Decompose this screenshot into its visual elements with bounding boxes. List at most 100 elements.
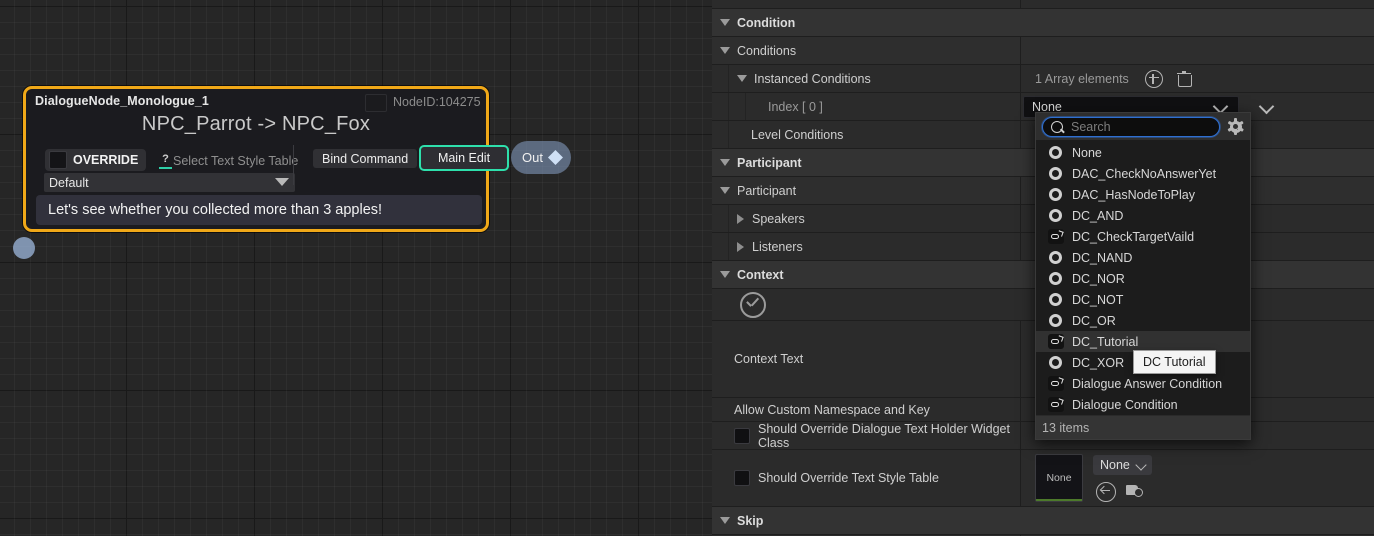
chevron-down-icon[interactable] — [720, 159, 730, 166]
dropdown-item-label: DC_OR — [1072, 313, 1116, 328]
asset-thumbnail[interactable]: None — [1035, 454, 1083, 502]
dropdown-item[interactable]: DC_OR — [1036, 310, 1250, 331]
node-header: DialogueNode_Monologue_1 NodeID:104275 — [26, 89, 486, 112]
circle-icon — [1049, 146, 1062, 159]
node-divider — [293, 145, 294, 185]
browse-asset-icon[interactable] — [1126, 482, 1144, 500]
node-graph-canvas[interactable]: DialogueNode_Monologue_1 NodeID:104275 N… — [0, 0, 712, 536]
chevron-down-icon — [275, 178, 289, 186]
dropdown-item-highlighted[interactable]: DC_Tutorial — [1036, 331, 1250, 352]
dropdown-item[interactable]: DAC_HasNodeToPlay — [1036, 184, 1250, 205]
bind-command-button[interactable]: Bind Command — [313, 149, 418, 168]
dropdown-search-row — [1036, 113, 1250, 140]
asset-picker-dropdown[interactable]: None — [1093, 454, 1152, 475]
add-array-element-button[interactable] — [1144, 69, 1163, 88]
search-icon — [1051, 120, 1063, 133]
override-checkbox[interactable] — [49, 151, 67, 169]
text-style-table-combobox[interactable]: Default — [44, 173, 295, 192]
node-output-pin[interactable]: Out — [511, 141, 571, 174]
chevron-down-icon[interactable] — [1135, 458, 1147, 471]
node-input-pin[interactable] — [13, 237, 35, 259]
dropdown-item[interactable]: DC_AND — [1036, 205, 1250, 226]
circle-icon — [1049, 167, 1062, 180]
use-selected-asset-icon[interactable] — [1096, 481, 1116, 502]
node-color-swatch[interactable] — [365, 94, 387, 112]
asset-thumbnail-label: None — [1046, 472, 1072, 484]
node-title: DialogueNode_Monologue_1 — [35, 94, 209, 108]
circle-icon — [1049, 209, 1062, 222]
dropdown-item-label: DC_NAND — [1072, 250, 1133, 265]
combobox-value: Default — [49, 175, 89, 190]
node-dialogue-text[interactable]: Let's see whether you collected more tha… — [36, 195, 482, 225]
node-dialogue-text-value: Let's see whether you collected more tha… — [48, 202, 383, 218]
dropdown-footer: 13 items — [1036, 415, 1250, 439]
override-label: OVERRIDE — [73, 153, 139, 167]
dropdown-item-label: DC_Tutorial — [1072, 334, 1139, 349]
circle-icon — [1049, 356, 1062, 369]
dropdown-item[interactable]: DC_NAND — [1036, 247, 1250, 268]
dropdown-item[interactable]: DC_CheckTargetVaild — [1036, 226, 1250, 247]
override-toggle[interactable]: OVERRIDE — [45, 149, 147, 171]
dropdown-item-count: 13 items — [1042, 420, 1090, 435]
dropdown-item-label: DAC_CheckNoAnswerYet — [1072, 166, 1217, 181]
row-should-override-text-holder-label: Should Override Dialogue Text Holder Wid… — [758, 421, 1010, 450]
chevron-down-icon[interactable] — [737, 75, 747, 82]
row-listeners-label: Listeners — [752, 239, 803, 254]
exec-pin-diamond-icon[interactable] — [547, 150, 563, 165]
category-skip[interactable]: Skip — [712, 507, 1374, 535]
row-index-0-label: Index [ 0 ] — [768, 99, 823, 114]
chevron-down-icon[interactable] — [720, 47, 730, 54]
help-question-icon: ? — [159, 153, 172, 169]
row-conditions[interactable]: Conditions — [712, 37, 1374, 65]
dropdown-item-label: Dialogue Condition — [1072, 397, 1178, 412]
node-id-label: NodeID:104275 — [393, 95, 481, 109]
select-text-style-table-label: ? Select Text Style Table — [159, 151, 298, 171]
row-should-override-style-table[interactable]: Should Override Text Style Table None No… — [712, 450, 1374, 507]
should-override-text-holder-checkbox[interactable] — [734, 427, 750, 444]
dropdown-item-label: None — [1072, 145, 1102, 160]
tooltip: DC Tutorial — [1133, 350, 1216, 374]
search-field[interactable] — [1042, 116, 1220, 137]
category-participant-label: Participant — [737, 155, 802, 170]
chevron-down-icon[interactable] — [720, 271, 730, 278]
chevron-down-icon[interactable] — [720, 517, 730, 524]
chevron-down-icon-extra[interactable] — [1258, 98, 1275, 115]
circle-icon — [1049, 251, 1062, 264]
output-pin-label: Out — [522, 150, 543, 165]
gear-icon[interactable] — [1227, 118, 1244, 135]
category-skip-label: Skip — [737, 513, 764, 528]
chevron-down-icon[interactable] — [720, 187, 730, 194]
class-picker-dropdown[interactable]: None DAC_CheckNoAnswerYet DAC_HasNodeToP… — [1035, 112, 1251, 440]
dropdown-item-label: DAC_HasNodeToPlay — [1072, 187, 1195, 202]
dropdown-item[interactable]: None — [1036, 142, 1250, 163]
blueprint-icon — [1048, 229, 1064, 244]
chevron-right-icon[interactable] — [737, 213, 744, 224]
should-override-style-table-checkbox[interactable] — [734, 470, 750, 486]
main-edit-button[interactable]: Main Edit — [419, 145, 509, 171]
chevron-down-icon[interactable] — [720, 19, 730, 26]
dropdown-item[interactable]: Dialogue Condition — [1036, 394, 1250, 415]
category-condition[interactable]: Condition — [712, 9, 1374, 37]
dropdown-item-label: DC_CheckTargetVaild — [1072, 229, 1195, 244]
circle-icon — [1049, 293, 1062, 306]
dropdown-item[interactable]: Dialogue Answer Condition — [1036, 373, 1250, 394]
search-input[interactable] — [1069, 118, 1211, 135]
row-allow-custom-namespace-label: Allow Custom Namespace and Key — [734, 402, 930, 417]
chevron-right-icon[interactable] — [737, 241, 744, 252]
row-level-conditions-label: Level Conditions — [751, 127, 844, 142]
dropdown-item-label: DC_NOR — [1072, 271, 1125, 286]
dropdown-item[interactable]: DC_NOR — [1036, 268, 1250, 289]
dropdown-item[interactable]: DC_NOT — [1036, 289, 1250, 310]
dialogue-node-monologue[interactable]: DialogueNode_Monologue_1 NodeID:104275 N… — [13, 86, 509, 259]
dropdown-item-label: DC_XOR — [1072, 355, 1125, 370]
blueprint-icon — [1048, 376, 1064, 391]
dropdown-item[interactable]: DAC_CheckNoAnswerYet — [1036, 163, 1250, 184]
delete-icon[interactable] — [1176, 70, 1192, 87]
row-instanced-conditions[interactable]: Instanced Conditions 1 Array elements — [712, 65, 1374, 93]
check-circle-icon[interactable] — [740, 291, 766, 318]
category-condition-label: Condition — [737, 15, 796, 30]
circle-icon — [1049, 272, 1062, 285]
row-instanced-conditions-label: Instanced Conditions — [754, 71, 871, 86]
node-speakers-label: NPC_Parrot -> NPC_Fox — [141, 113, 371, 135]
blueprint-icon — [1048, 334, 1064, 349]
